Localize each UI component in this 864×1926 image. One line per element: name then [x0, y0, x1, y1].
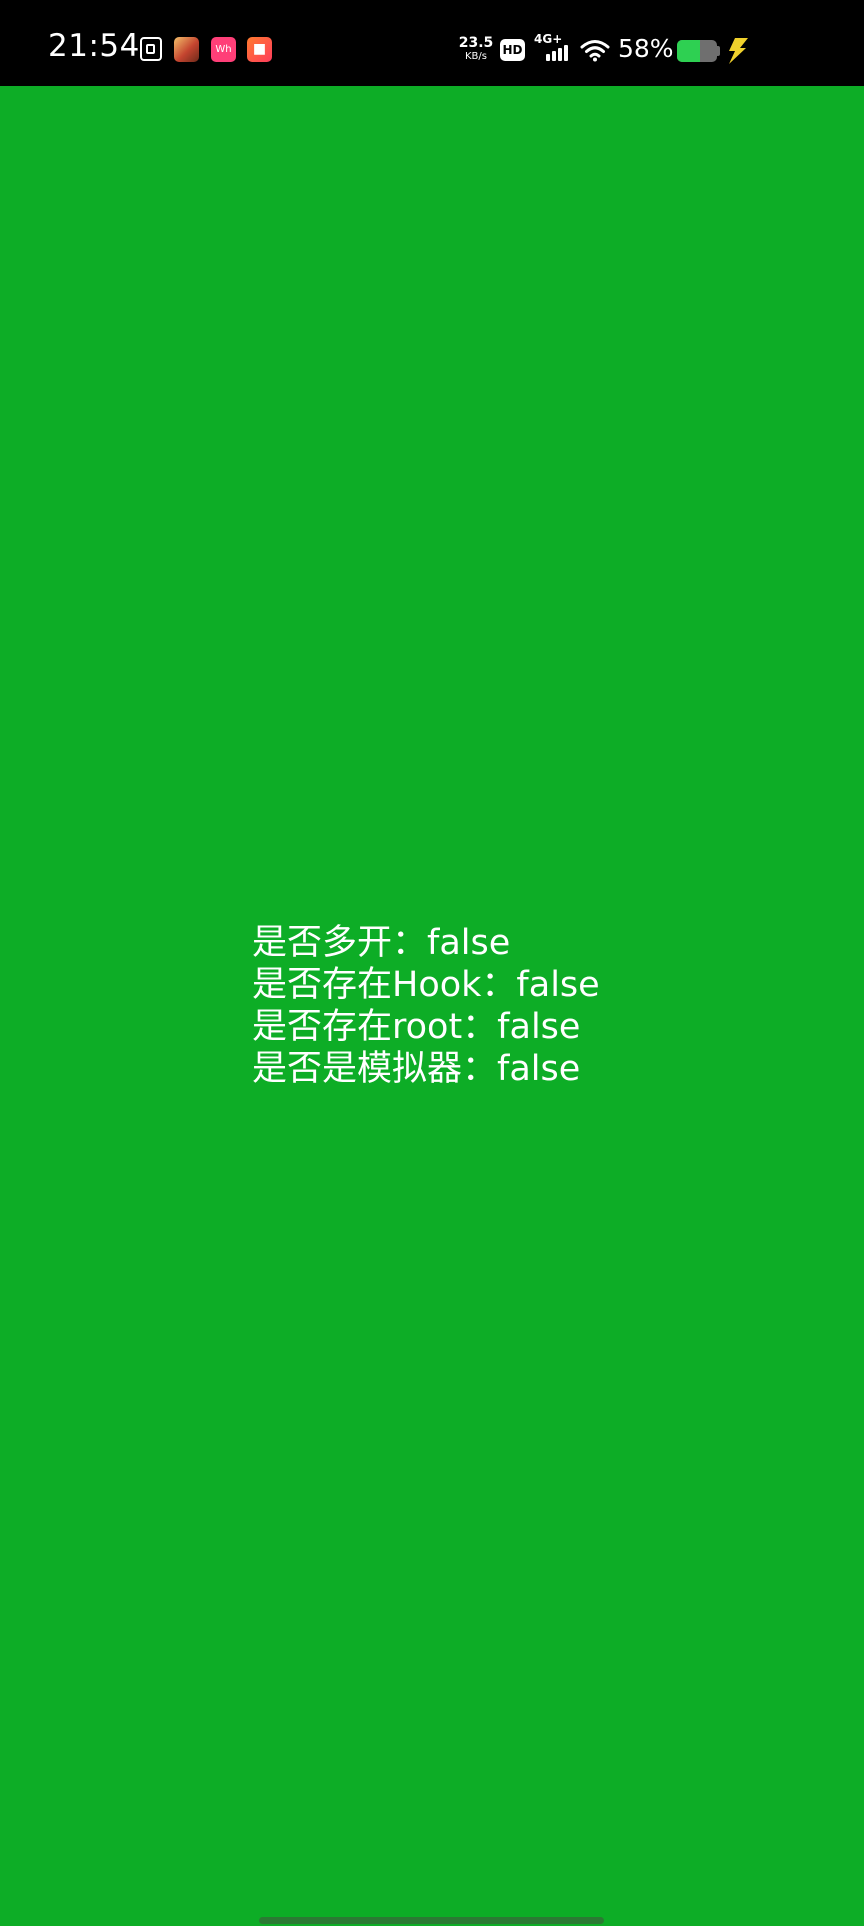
wifi-icon: [580, 40, 610, 62]
net-speed-value: 23.5: [458, 35, 494, 51]
document-icon: [140, 37, 162, 61]
net-speed-unit: KB/s: [465, 51, 487, 62]
result-value: false: [427, 923, 511, 963]
pink-app-text: Wh: [215, 44, 232, 55]
battery-tip: [717, 46, 720, 56]
signal-bar: [552, 51, 556, 61]
status-bar: 21:54 Wh ■ 23.5 KB/s HD 4G+ 58%: [0, 0, 864, 86]
result-label: 是否存在root：: [252, 1007, 498, 1047]
hd-badge-icon: HD: [500, 39, 525, 61]
battery-icon: [677, 40, 717, 62]
result-root: 是否存在root：false: [252, 1006, 672, 1048]
status-time: 21:54: [48, 28, 140, 64]
result-value: false: [497, 1007, 581, 1047]
game-app-icon: [174, 37, 199, 62]
result-label: 是否是模拟器：: [252, 1049, 498, 1089]
charging-bolt-icon: [729, 38, 748, 64]
result-label: 是否多开：: [252, 923, 428, 963]
result-value: false: [497, 1049, 581, 1089]
network-type-label: 4G+: [534, 32, 563, 46]
battery-percent: 58%: [618, 34, 674, 63]
result-value: false: [516, 965, 600, 1005]
result-hook: 是否存在Hook：false: [252, 964, 672, 1006]
signal-bar: [558, 48, 562, 61]
result-emulator: 是否是模拟器：false: [252, 1048, 672, 1090]
home-indicator[interactable]: [259, 1917, 604, 1924]
video-app-icon: ■: [247, 37, 272, 62]
result-multi-open: 是否多开：false: [252, 922, 672, 964]
result-label: 是否存在Hook：: [252, 965, 517, 1005]
net-speed-indicator: 23.5 KB/s: [458, 36, 494, 63]
pink-app-icon: Wh: [211, 37, 236, 62]
cellular-signal-icon: 4G+: [534, 33, 570, 63]
signal-bar: [546, 54, 550, 61]
signal-bar: [564, 45, 568, 61]
detection-results: 是否多开：false 是否存在Hook：false 是否存在root：false…: [252, 922, 672, 1090]
battery-fill: [677, 40, 701, 62]
